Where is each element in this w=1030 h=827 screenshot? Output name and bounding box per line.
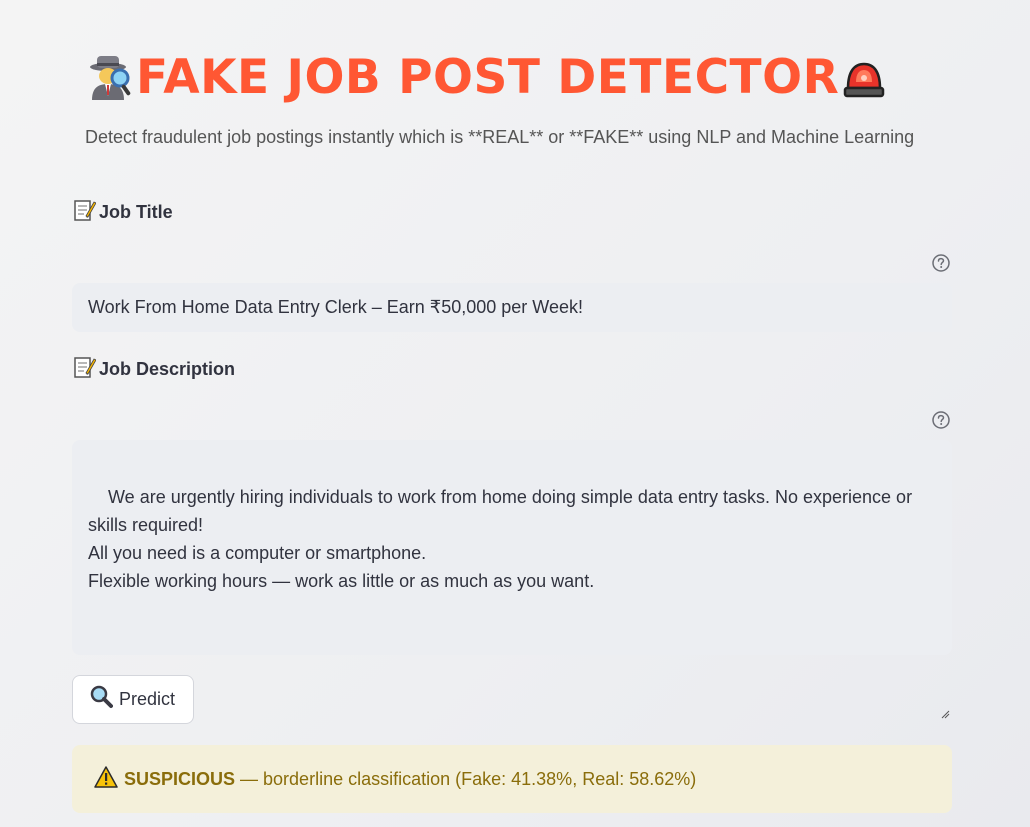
job-title-input[interactable]: Work From Home Data Entry Clerk – Earn ₹…	[72, 283, 952, 332]
warning-icon	[94, 765, 118, 793]
predict-button-label: Predict	[119, 689, 176, 709]
siren-icon	[839, 52, 889, 102]
resize-handle-icon[interactable]	[940, 643, 950, 719]
detective-icon	[86, 52, 136, 102]
question-icon[interactable]	[932, 254, 950, 272]
result-alert: SUSPICIOUS — borderline classification (…	[72, 745, 952, 813]
question-icon[interactable]	[932, 411, 950, 429]
page-title: FAKE JOB POST DETECTOR	[136, 49, 840, 105]
job-title-label: Job Title	[72, 198, 173, 227]
result-message: — borderline classification (Fake: 41.38…	[235, 768, 697, 789]
magnifier-icon	[89, 685, 119, 714]
job-description-text: We are urgently hiring individuals to wo…	[88, 487, 913, 591]
page-title-row: FAKE JOB POST DETECTOR	[86, 46, 889, 108]
page-subtitle: Detect fraudulent job postings instantly…	[85, 127, 915, 147]
job-description-label-text: Job Description	[99, 359, 236, 379]
result-status: SUSPICIOUS	[124, 768, 236, 789]
job-description-textarea[interactable]: We are urgently hiring individuals to wo…	[72, 440, 952, 719]
predict-button[interactable]: Predict	[72, 675, 194, 724]
job-description-label: Job Description	[72, 355, 235, 384]
memo-icon	[72, 198, 99, 227]
job-title-label-text: Job Title	[99, 202, 173, 222]
memo-icon	[72, 355, 99, 384]
